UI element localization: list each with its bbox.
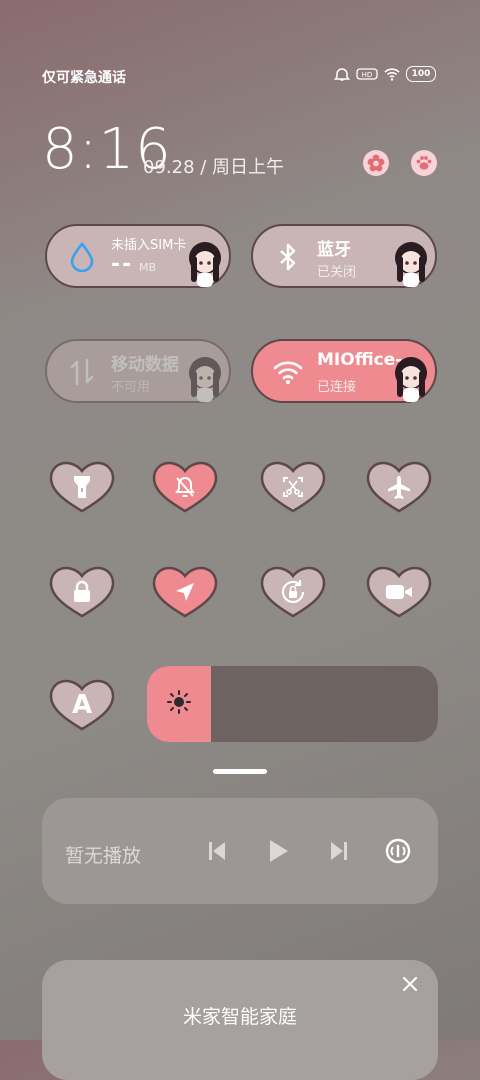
- lock-icon: [49, 566, 115, 618]
- tile-bluetooth-title: 蓝牙: [317, 240, 351, 260]
- tile-wifi-title: MIOffice-: [317, 350, 403, 370]
- media-status-label: 暂无播放: [65, 845, 142, 867]
- drag-handle[interactable]: [213, 769, 267, 774]
- toggle-screen-record[interactable]: [366, 566, 432, 618]
- water-drop-icon: [67, 242, 97, 272]
- battery-icon: 100: [406, 66, 436, 82]
- sun-icon: [166, 689, 192, 719]
- tile-bluetooth[interactable]: 蓝牙 已关闭: [251, 224, 437, 288]
- tile-bluetooth-status: 已关闭: [317, 265, 357, 280]
- toggle-flashlight[interactable]: [49, 461, 115, 513]
- airplane-icon: [366, 461, 432, 513]
- tile-sim-title: 未插入SIM卡: [111, 238, 187, 253]
- mute-bell-icon: [152, 461, 218, 513]
- alarm-icon: [334, 67, 350, 81]
- clock-date: 09.28 / 周日上午: [143, 157, 285, 178]
- play-icon[interactable]: [263, 836, 293, 866]
- tile-data-value: --: [111, 252, 134, 277]
- toggle-lock[interactable]: [49, 566, 115, 618]
- wifi-icon: [384, 67, 400, 81]
- previous-icon[interactable]: [202, 836, 232, 866]
- smart-home-card[interactable]: 米家智能家庭: [42, 960, 438, 1080]
- toggle-rotation-lock[interactable]: [260, 566, 326, 618]
- data-arrows-icon: [67, 357, 97, 387]
- toggle-auto-brightness[interactable]: A: [49, 679, 115, 731]
- chibi-character-icon: [395, 357, 427, 402]
- brightness-fill: [147, 666, 211, 742]
- toggle-mute[interactable]: [152, 461, 218, 513]
- toggle-airplane[interactable]: [366, 461, 432, 513]
- rotation-lock-icon: [260, 566, 326, 618]
- status-icons: HD 100: [334, 66, 436, 82]
- auto-brightness-icon: A: [71, 690, 93, 720]
- hd-icon: HD: [356, 67, 378, 81]
- media-card[interactable]: 暂无播放: [42, 798, 438, 904]
- status-carrier-text: 仅可紧急通话: [42, 70, 126, 86]
- toggle-location[interactable]: [152, 566, 218, 618]
- tile-wifi[interactable]: MIOffice- 已连接: [251, 339, 437, 403]
- flower-settings-icon[interactable]: [363, 150, 389, 176]
- screenshot-icon: [260, 461, 326, 513]
- next-icon[interactable]: [324, 836, 354, 866]
- paw-edit-icon[interactable]: [411, 150, 437, 176]
- location-icon: [152, 566, 218, 618]
- bluetooth-icon: [273, 242, 303, 272]
- tile-mobile-data-status: 不可用: [111, 380, 151, 395]
- chibi-character-icon: [395, 242, 427, 287]
- flashlight-icon: [49, 461, 115, 513]
- wifi-icon: [273, 357, 303, 387]
- cast-icon[interactable]: [383, 836, 413, 866]
- tile-wifi-status: 已连接: [317, 380, 357, 395]
- tile-mobile-usage[interactable]: 未插入SIM卡 -- MB: [45, 224, 231, 288]
- video-camera-icon: [366, 566, 432, 618]
- smart-home-title: 米家智能家庭: [182, 1006, 297, 1028]
- tile-data-unit: MB: [139, 261, 157, 274]
- tile-mobile-data[interactable]: 移动数据 不可用: [45, 339, 231, 403]
- chibi-character-icon: [189, 242, 221, 287]
- toggle-screenshot[interactable]: [260, 461, 326, 513]
- tile-mobile-data-title: 移动数据: [111, 355, 179, 375]
- close-icon[interactable]: [398, 972, 422, 996]
- brightness-slider[interactable]: [147, 666, 438, 742]
- svg-text:HD: HD: [362, 71, 373, 79]
- chibi-character-icon: [189, 357, 221, 402]
